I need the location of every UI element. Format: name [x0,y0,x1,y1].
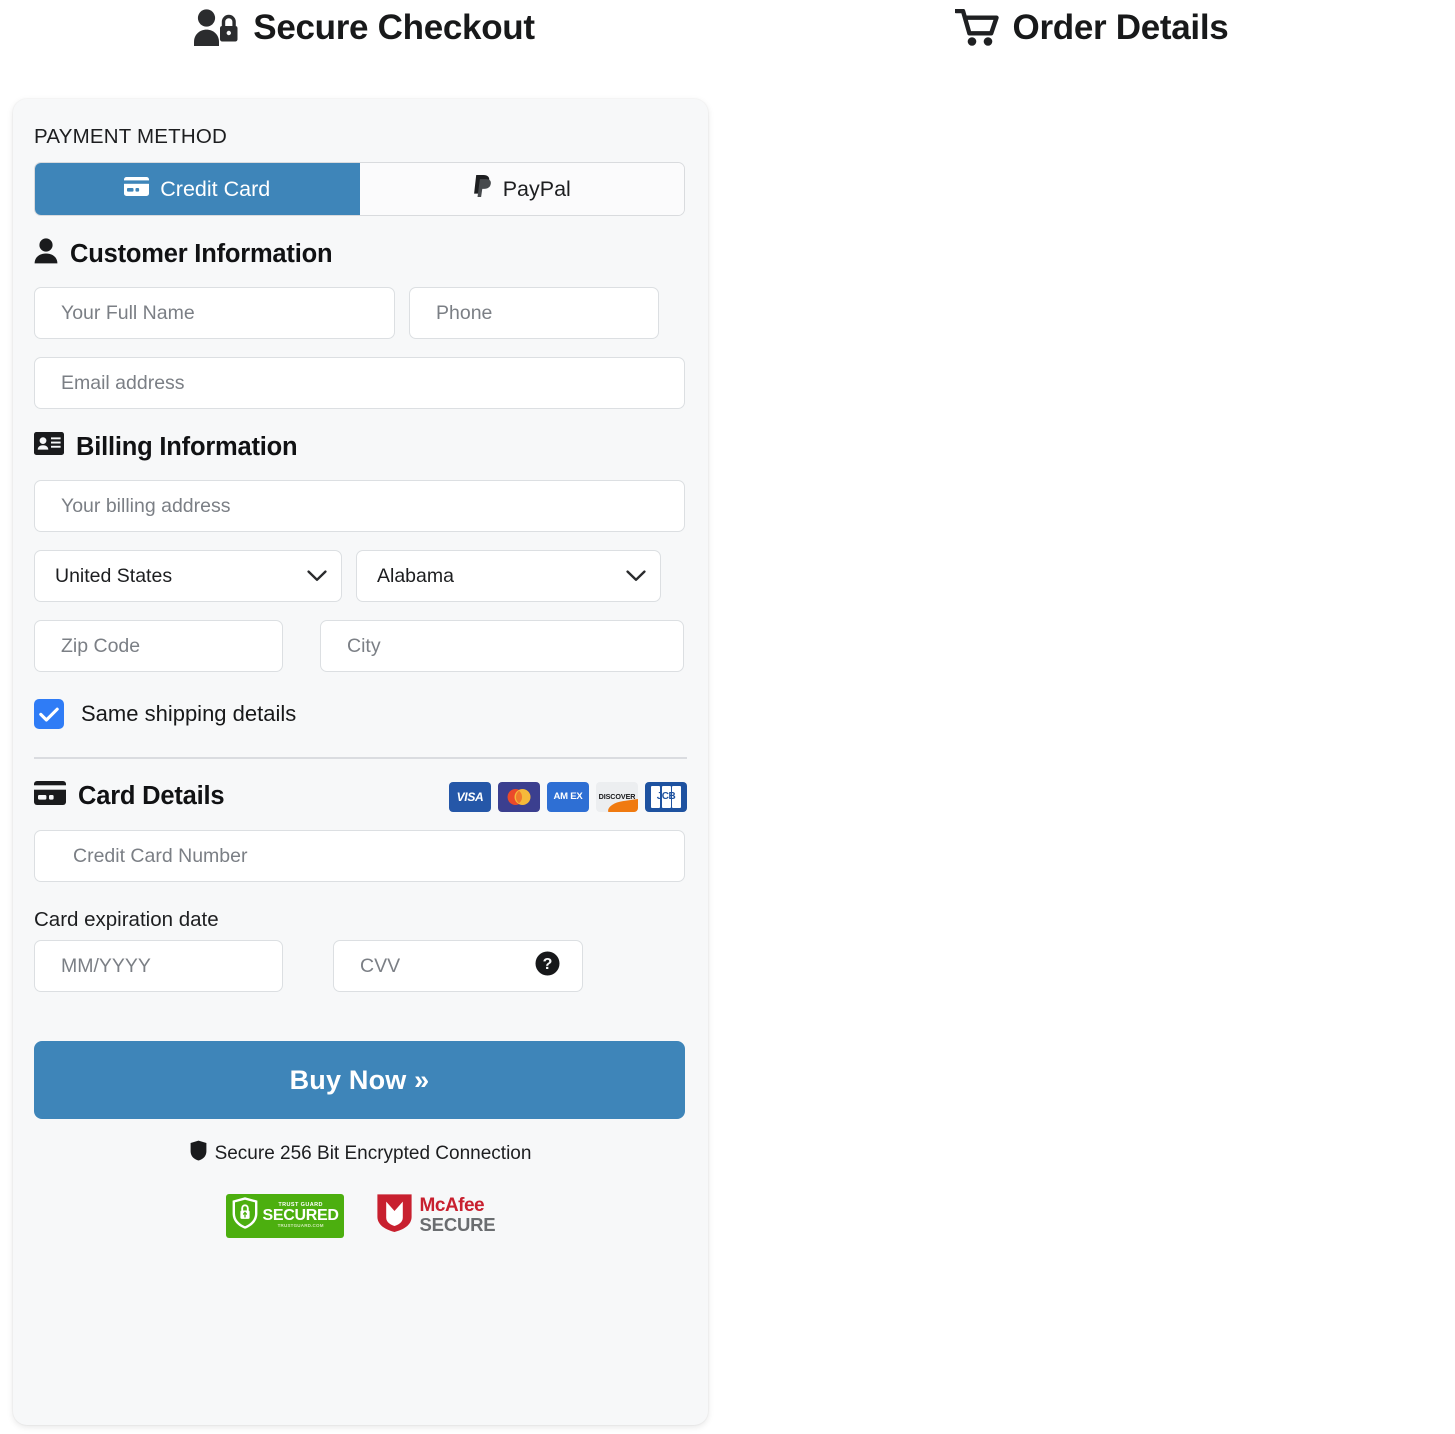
city-input[interactable]: City [320,620,684,672]
billing-address-placeholder: Your billing address [61,494,231,517]
secure-checkout-header: Secure Checkout [0,0,728,56]
billing-information-heading: Billing Information [34,432,687,462]
same-shipping-row[interactable]: Same shipping details [34,699,687,729]
user-lock-icon [193,9,239,47]
checkout-column: Secure Checkout PAYMENT METHOD Credit Ca… [0,0,728,1434]
same-shipping-checkbox[interactable] [34,699,64,729]
tab-paypal-label: PayPal [502,176,571,201]
billing-information-label: Billing Information [76,432,298,461]
order-details-title: Order Details [1012,8,1229,47]
country-select[interactable]: United States [34,550,342,602]
jcb-label: JCB [656,791,676,802]
page-title: Secure Checkout [253,8,535,47]
card-number-input[interactable]: Credit Card Number [34,830,685,882]
state-select-value: Alabama [377,564,454,587]
amex-label: AM EX [553,791,583,802]
mcafee-top: McAfee [419,1195,485,1217]
credit-card-icon [124,176,150,202]
phone-input[interactable]: Phone [409,287,659,339]
city-placeholder: City [347,634,381,657]
secure-connection-note: Secure 256 Bit Encrypted Connection [34,1140,687,1167]
checkout-page: Secure Checkout PAYMENT METHOD Credit Ca… [0,0,1455,1434]
shield-icon [190,1140,207,1167]
payment-method-label: PAYMENT METHOD [34,125,228,148]
order-details-column: Order Details gluco Blood Sugar Support … [728,0,1455,1434]
paypal-icon [473,174,492,204]
trust-guard-lock-icon [231,1196,259,1235]
card-details-heading: Card Details [34,781,225,812]
cvv-input[interactable]: CVV ? [333,940,583,992]
order-details-header: Order Details [728,0,1455,56]
trust-guard-text: TRUST GUARD SECURED TRUSTGUARD.COM [262,1202,339,1229]
credit-card-icon [34,781,66,812]
card-number-placeholder: Credit Card Number [73,844,248,867]
card-details-header: Card Details VISA AM EX DISCOVER JCB [34,781,687,812]
id-card-icon [34,432,64,462]
trust-guard-badge: TRUST GUARD SECURED TRUSTGUARD.COM [225,1193,344,1238]
same-shipping-label: Same shipping details [81,701,297,726]
mcafee-badge: McAfee SECURE [376,1193,496,1238]
billing-address-input[interactable]: Your billing address [34,480,685,532]
email-input[interactable]: Email address [34,357,685,409]
card-details-label: Card Details [78,782,225,810]
secure-connection-text: Secure 256 Bit Encrypted Connection [214,1142,532,1164]
trust-guard-main: SECURED [262,1207,339,1224]
payment-method-tabs: Credit Card PayPal [34,162,685,216]
expiration-input[interactable]: MM/YYYY [34,940,283,992]
expiration-label: Card expiration date [34,908,219,931]
user-icon [34,238,58,271]
tab-credit-card-label: Credit Card [160,176,271,201]
discover-label: DISCOVER [598,792,636,801]
shopping-cart-icon [954,9,999,47]
section-divider [34,757,687,759]
trust-guard-bottom: TRUSTGUARD.COM [277,1223,324,1228]
visa-label: VISA [456,789,484,804]
zip-code-placeholder: Zip Code [61,634,141,657]
mcafee-bottom: SECURE [419,1213,496,1235]
buy-now-button[interactable]: Buy Now » [34,1041,685,1119]
customer-information-heading: Customer Information [34,238,687,271]
phone-placeholder: Phone [436,301,493,324]
tab-paypal[interactable]: PayPal [359,163,684,215]
svg-text:?: ? [543,956,553,973]
chevron-down-icon [307,569,327,583]
expiration-placeholder: MM/YYYY [61,954,151,977]
email-placeholder: Email address [61,371,185,394]
mastercard-icon [498,781,540,812]
discover-icon: DISCOVER [596,781,638,812]
state-select[interactable]: Alabama [356,550,661,602]
visa-icon: VISA [449,781,491,812]
mcafee-text: McAfee SECURE [420,1196,496,1234]
cvv-placeholder: CVV [360,954,401,977]
mcafee-shield-icon [376,1193,413,1238]
customer-information-label: Customer Information [70,240,333,268]
trust-badges: TRUST GUARD SECURED TRUSTGUARD.COM McAfe… [34,1193,687,1238]
country-select-value: United States [55,564,173,587]
full-name-placeholder: Your Full Name [61,301,195,324]
help-circle-icon[interactable]: ? [535,951,560,982]
jcb-icon: JCB [645,781,687,812]
checkout-form-card: PAYMENT METHOD Credit Card PayPal Custom… [13,99,708,1425]
accepted-card-brands: VISA AM EX DISCOVER JCB [449,781,687,812]
amex-icon: AM EX [547,781,589,812]
zip-code-input[interactable]: Zip Code [34,620,283,672]
tab-credit-card[interactable]: Credit Card [35,163,360,215]
chevron-down-icon [626,569,646,583]
full-name-input[interactable]: Your Full Name [34,287,395,339]
